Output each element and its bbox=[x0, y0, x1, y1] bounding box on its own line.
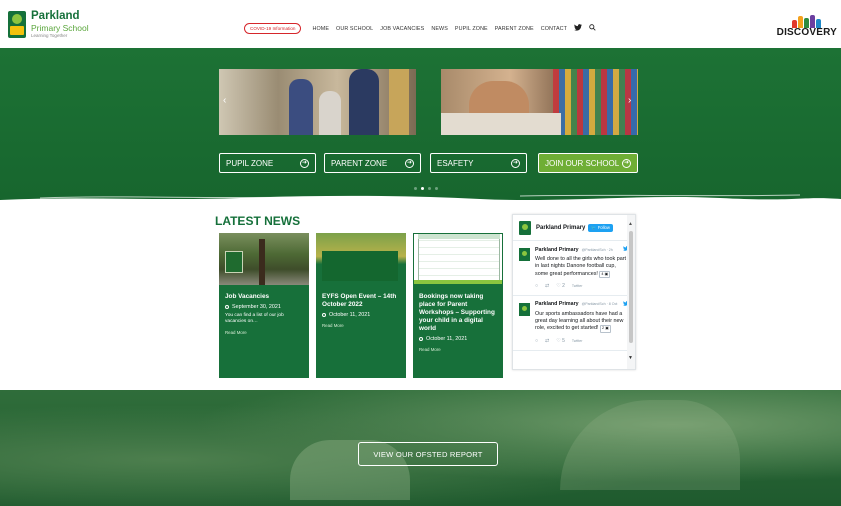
latest-news-section: LATEST NEWS Job Vacancies September 30, … bbox=[0, 200, 841, 390]
scrollbar-thumb[interactable] bbox=[629, 231, 633, 343]
twitter-icon[interactable] bbox=[574, 24, 583, 33]
twitter-account-name[interactable]: Parkland Primary bbox=[536, 225, 585, 231]
tweet-author[interactable]: Parkland Primary bbox=[535, 247, 579, 253]
arrow-circle-right-icon: ➜ bbox=[622, 158, 631, 168]
pupil-zone-label: PUPIL ZONE bbox=[226, 158, 274, 168]
news-card-date: September 30, 2021 bbox=[232, 304, 281, 310]
heart-icon: ♡ bbox=[556, 337, 561, 344]
discovery-trust-logo[interactable]: DISCOVERY bbox=[777, 14, 837, 38]
arrow-circle-right-icon: ➜ bbox=[511, 158, 520, 168]
school-tagline: Learning Together bbox=[31, 33, 68, 38]
twitter-follow-button[interactable]: 🐦 Follow bbox=[588, 223, 613, 232]
like-count: 5 bbox=[562, 337, 565, 344]
news-card-image[interactable] bbox=[413, 233, 503, 285]
nav-news[interactable]: NEWS bbox=[431, 26, 448, 32]
twitter-widget-header: Parkland Primary 🐦 Follow bbox=[513, 215, 635, 241]
chevron-right-icon[interactable]: › bbox=[628, 96, 631, 106]
school-logo[interactable]: Parkland Primary School Learning Togethe… bbox=[8, 10, 89, 39]
tweet-author[interactable]: Parkland Primary bbox=[535, 301, 579, 307]
like-count: 2 bbox=[562, 282, 565, 289]
nav-home[interactable]: HOME bbox=[312, 26, 329, 32]
covid-info-button[interactable]: COVID-19 Information bbox=[244, 23, 302, 34]
widget-scrollbar[interactable]: ▲ ▼ bbox=[627, 215, 635, 369]
ofsted-banner: VIEW OUR OFSTED REPORT bbox=[0, 390, 841, 506]
news-card-title[interactable]: Job Vacancies bbox=[225, 293, 304, 301]
tweet-media-count: 4 bbox=[601, 271, 604, 276]
parent-zone-label: PARENT ZONE bbox=[331, 158, 388, 168]
news-card-image[interactable] bbox=[219, 233, 309, 285]
school-name: Parkland bbox=[31, 10, 80, 22]
twitter-timeline-widget[interactable]: Parkland Primary 🐦 Follow Parkland Prima… bbox=[512, 214, 636, 370]
carousel-image-reading[interactable] bbox=[441, 69, 638, 135]
nav-our-school[interactable]: OUR SCHOOL bbox=[336, 26, 373, 32]
avatar[interactable] bbox=[519, 248, 530, 261]
tweet-text: Well done to all the girls who took part… bbox=[535, 256, 626, 277]
news-card-date: October 11, 2021 bbox=[329, 312, 371, 318]
chevron-left-icon[interactable]: ‹ bbox=[223, 96, 226, 106]
tweet-handle[interactable]: @ParklandSch · 8 Oct bbox=[582, 302, 618, 306]
site-header: Parkland Primary School Learning Togethe… bbox=[0, 0, 841, 48]
discovery-figures-icon bbox=[777, 14, 837, 28]
news-card-title[interactable]: Bookings now taking place for Parent Wor… bbox=[419, 293, 498, 333]
tweet[interactable]: Parkland Primary @ParklandSch · 8 Oct Ou… bbox=[513, 296, 635, 351]
nav-job-vacancies[interactable]: JOB VACANCIES bbox=[380, 26, 424, 32]
carousel-image-classroom[interactable] bbox=[219, 69, 416, 135]
news-card-date: October 11, 2021 bbox=[426, 336, 468, 342]
news-card-title[interactable]: EYFS Open Event – 14th October 2022 bbox=[322, 293, 401, 309]
parent-zone-button[interactable]: PARENT ZONE ➜ bbox=[324, 153, 421, 173]
twitter-icon: 🐦 bbox=[591, 224, 597, 230]
tweet-source[interactable]: Twitter bbox=[572, 284, 583, 288]
latest-news-heading: LATEST NEWS bbox=[215, 214, 301, 228]
nav-parent-zone[interactable]: PARENT ZONE bbox=[495, 26, 534, 32]
read-more-link[interactable]: Read More bbox=[322, 323, 401, 328]
retweet-icon[interactable]: ⇄ bbox=[545, 338, 549, 344]
like-button[interactable]: ♡ 5 bbox=[556, 338, 565, 344]
search-icon[interactable] bbox=[589, 24, 596, 33]
tweet-media-count: 2 bbox=[602, 326, 605, 331]
reply-icon[interactable]: ○ bbox=[535, 283, 538, 289]
follow-label: Follow bbox=[597, 224, 610, 230]
nav-pupil-zone[interactable]: PUPIL ZONE bbox=[455, 26, 488, 32]
school-subname: Primary School bbox=[31, 22, 89, 33]
main-nav: COVID-19 Information HOME OUR SCHOOL JOB… bbox=[244, 23, 603, 34]
pupil-zone-button[interactable]: PUPIL ZONE ➜ bbox=[219, 153, 316, 173]
view-ofsted-report-button[interactable]: VIEW OUR OFSTED REPORT bbox=[358, 442, 498, 466]
discovery-wordmark: DISCOVERY bbox=[776, 27, 837, 38]
scroll-down-icon[interactable]: ▼ bbox=[628, 355, 633, 361]
hero-banner: ‹ › bbox=[0, 48, 841, 200]
news-card-excerpt: You can find a list of our job vacancies… bbox=[225, 313, 284, 325]
news-card-image[interactable] bbox=[316, 233, 406, 285]
read-more-link[interactable]: Read More bbox=[419, 347, 498, 352]
esafety-button[interactable]: ESAFETY ➜ bbox=[430, 153, 527, 173]
tweet-media-badge[interactable]: 4 ▣ bbox=[599, 270, 611, 278]
join-our-school-label: JOIN OUR SCHOOL bbox=[545, 158, 620, 168]
reply-icon[interactable]: ○ bbox=[535, 338, 538, 344]
school-crest-icon bbox=[8, 11, 26, 38]
heart-icon: ♡ bbox=[556, 282, 561, 289]
news-card[interactable]: Job Vacancies September 30, 2021 You can… bbox=[219, 233, 309, 378]
arrow-circle-right-icon: ➜ bbox=[300, 158, 309, 168]
tweet-source[interactable]: Twitter bbox=[572, 339, 583, 343]
read-more-link[interactable]: Read More bbox=[225, 330, 304, 335]
like-button[interactable]: ♡ 2 bbox=[556, 283, 565, 289]
tweet[interactable]: Parkland Primary @ParklandSch · 2h Well … bbox=[513, 241, 635, 296]
nav-contact[interactable]: CONTACT bbox=[541, 26, 567, 32]
clock-icon bbox=[225, 305, 229, 309]
retweet-icon[interactable]: ⇄ bbox=[545, 283, 549, 289]
news-card[interactable]: EYFS Open Event – 14th October 2022 Octo… bbox=[316, 233, 406, 378]
tweet-media-badge[interactable]: 2 ▣ bbox=[600, 325, 611, 333]
tweet-handle[interactable]: @ParklandSch · 2h bbox=[582, 248, 613, 252]
avatar[interactable] bbox=[519, 302, 530, 316]
avatar[interactable] bbox=[519, 220, 531, 235]
clock-icon bbox=[419, 337, 423, 341]
join-our-school-button[interactable]: JOIN OUR SCHOOL ➜ bbox=[538, 153, 638, 173]
clock-icon bbox=[322, 313, 326, 317]
esafety-label: ESAFETY bbox=[437, 158, 474, 168]
scroll-up-icon[interactable]: ▲ bbox=[628, 221, 633, 227]
news-card[interactable]: Bookings now taking place for Parent Wor… bbox=[413, 233, 503, 378]
arrow-circle-right-icon: ➜ bbox=[405, 158, 414, 168]
